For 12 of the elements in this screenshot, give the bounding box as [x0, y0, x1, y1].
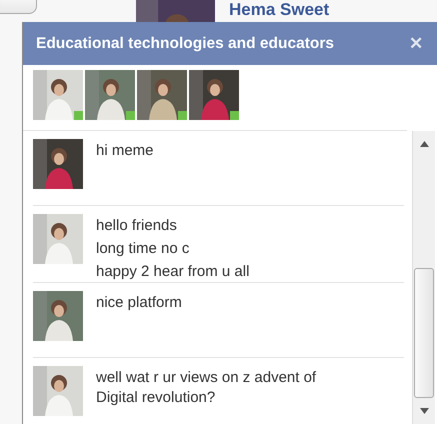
message-text: hi meme: [96, 141, 154, 161]
scroll-down-icon[interactable]: [420, 408, 428, 414]
scroll-up-icon[interactable]: [420, 141, 428, 147]
message-text: long time no c: [96, 239, 190, 259]
chat-title: Educational technologies and educators: [36, 34, 334, 52]
message-text: hello friends: [96, 216, 178, 236]
scrollbar[interactable]: [412, 131, 435, 424]
profile-name-link[interactable]: Hema Sweet: [229, 2, 330, 22]
message-text: nice platform: [96, 293, 182, 313]
message-text: well wat r ur views on z advent of Digital revolution?: [96, 368, 318, 408]
message-text: happy 2 hear from u all: [96, 262, 250, 282]
scroll-thumb[interactable]: [414, 268, 434, 398]
